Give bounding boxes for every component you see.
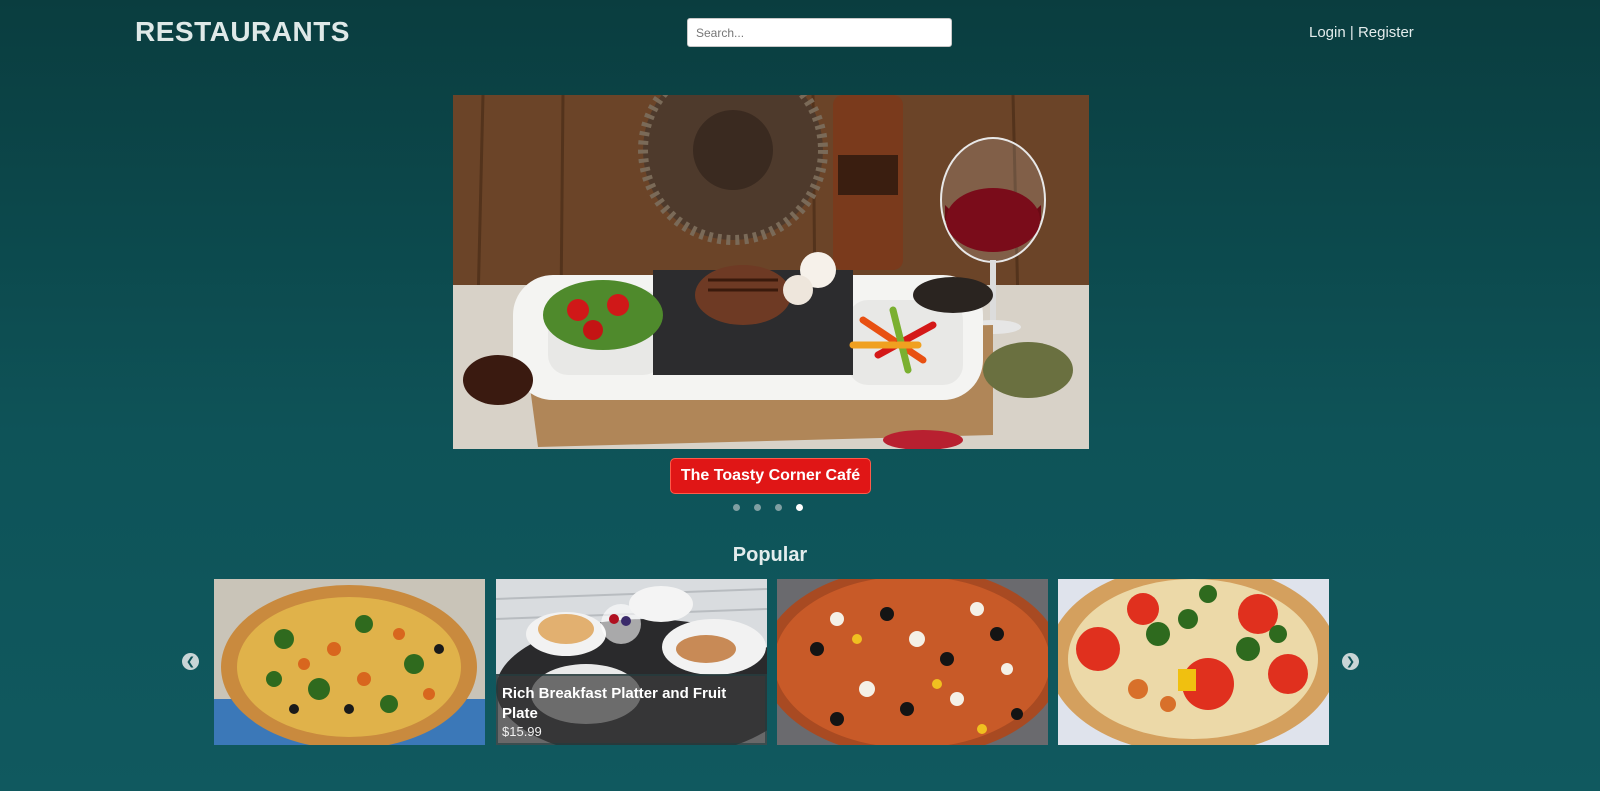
chevron-right-icon[interactable]: ❯ — [1342, 653, 1359, 670]
carousel-dot-1[interactable] — [733, 504, 740, 511]
card-title: Rich Breakfast Platter and Fruit Plate — [502, 685, 727, 722]
hero-caption-button[interactable]: The Toasty Corner Café — [670, 458, 871, 494]
popular-card-2[interactable]: Rich Breakfast Platter and Fruit Plate $… — [496, 579, 767, 745]
search-input[interactable] — [687, 18, 952, 47]
carousel-dot-3[interactable] — [775, 504, 782, 511]
steak-dinner-photo — [453, 95, 1089, 449]
brand-title[interactable]: RESTAURANTS — [135, 16, 350, 48]
popular-card-1[interactable] — [214, 579, 485, 745]
auth-links: Login | Register — [1309, 24, 1414, 41]
pizza-broccoli-photo — [214, 579, 485, 745]
chevron-left-icon[interactable]: ❮ — [182, 653, 199, 670]
pizza-olives-photo — [777, 579, 1048, 745]
carousel-dot-2[interactable] — [754, 504, 761, 511]
login-link[interactable]: Login — [1309, 24, 1346, 41]
hero-image[interactable] — [453, 95, 1089, 449]
popular-card-4[interactable] — [1058, 579, 1329, 745]
register-link[interactable]: Register — [1358, 24, 1414, 41]
popular-heading: Popular — [732, 544, 808, 566]
carousel-dot-4[interactable] — [796, 504, 803, 511]
card-info-overlay: Rich Breakfast Platter and Fruit Plate $… — [496, 674, 767, 745]
top-bar: RESTAURANTS Login | Register — [0, 0, 1600, 70]
auth-separator: | — [1345, 24, 1358, 41]
card-price: $15.99 — [502, 724, 542, 739]
pizza-tomato-photo — [1058, 579, 1329, 745]
carousel-indicators — [733, 504, 803, 512]
popular-card-3[interactable] — [777, 579, 1048, 745]
